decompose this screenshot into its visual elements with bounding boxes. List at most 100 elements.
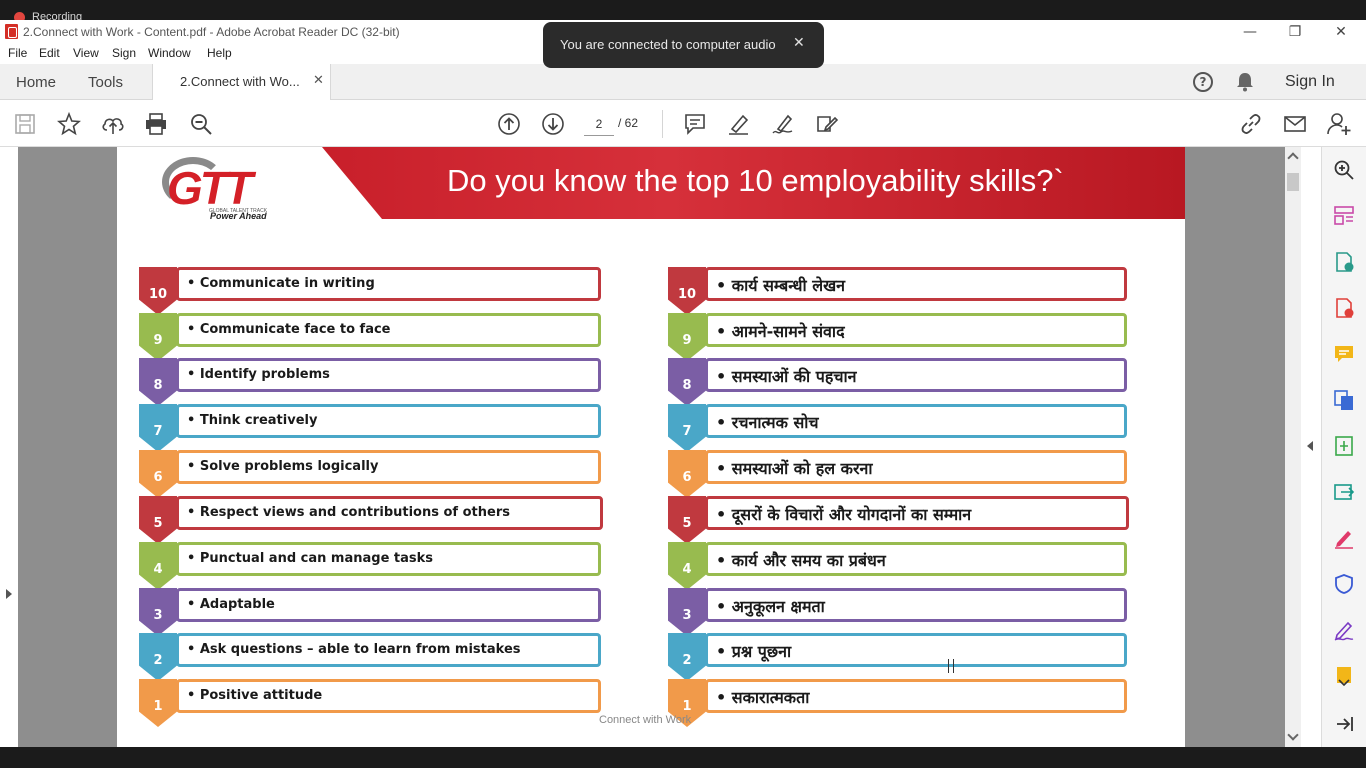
- expand-left-panel-icon[interactable]: [6, 589, 12, 599]
- previous-page-icon[interactable]: [496, 111, 522, 137]
- page-number-input[interactable]: 2: [584, 114, 614, 136]
- upload-cloud-icon[interactable]: [100, 111, 126, 137]
- highlight-pen-icon[interactable]: [726, 111, 752, 137]
- main-toolbar: 2 / 62: [0, 100, 1366, 147]
- skill-box: • दूसरों के विचारों और योगदानों का सम्मा…: [705, 496, 1129, 530]
- fill-and-sign-icon[interactable]: [1333, 527, 1355, 549]
- acrobat-app-icon: [5, 24, 18, 39]
- minimize-button[interactable]: —: [1227, 22, 1273, 44]
- menu-file[interactable]: File: [8, 46, 27, 60]
- skill-text: • Communicate face to face: [187, 322, 391, 337]
- skill-box: • कार्य सम्बन्धी लेखन: [705, 267, 1127, 301]
- skill-box: • रचनात्मक सोच: [705, 404, 1127, 438]
- rank-number: 5: [153, 516, 163, 531]
- right-panel-toggle[interactable]: [1301, 147, 1321, 747]
- scroll-up-icon[interactable]: [1287, 152, 1299, 164]
- skill-row: • कार्य सम्बन्धी लेखन 10: [668, 267, 1168, 315]
- left-panel-toggle[interactable]: [0, 147, 18, 747]
- collapse-right-panel-icon[interactable]: [1307, 441, 1313, 451]
- skill-box: • Ask questions – able to learn from mis…: [176, 633, 601, 667]
- comment-icon[interactable]: [682, 111, 708, 137]
- close-window-button[interactable]: ✕: [1318, 22, 1364, 44]
- menu-sign[interactable]: Sign: [112, 46, 136, 60]
- skill-row: • Communicate face to face 9: [139, 313, 639, 361]
- organize-pages-icon[interactable]: [1333, 205, 1355, 227]
- rank-badge: 7: [139, 404, 177, 452]
- skill-text: • रचनात्मक सोच: [716, 413, 819, 432]
- skill-row: • Punctual and can manage tasks 4: [139, 542, 639, 590]
- toast-close-icon[interactable]: ✕: [793, 35, 805, 51]
- rank-badge: 4: [668, 542, 706, 590]
- tab-tools[interactable]: Tools: [88, 74, 123, 91]
- print-icon[interactable]: [143, 111, 169, 137]
- draw-signature-icon[interactable]: [770, 111, 796, 137]
- rank-number: 2: [682, 653, 692, 668]
- skill-box: • Adaptable: [176, 588, 601, 622]
- skill-row: • Communicate in writing 10: [139, 267, 639, 315]
- comment-tool-icon[interactable]: [1333, 343, 1355, 365]
- skill-text: • आमने-सामने संवाद: [716, 322, 845, 341]
- tab-document[interactable]: 2.Connect with Wo... ✕: [152, 64, 331, 101]
- zoom-out-icon[interactable]: [188, 111, 214, 137]
- sign-in-button[interactable]: Sign In: [1285, 73, 1335, 91]
- menu-help[interactable]: Help: [207, 46, 232, 60]
- notification-bell-icon[interactable]: [1236, 72, 1254, 92]
- rank-badge: 1: [139, 679, 177, 727]
- skill-row: • समस्याओं की पहचान 8: [668, 358, 1168, 406]
- skill-box: • Respect views and contributions of oth…: [176, 496, 603, 530]
- rank-number: 3: [153, 608, 163, 623]
- skill-row: • अनुकूलन क्षमता 3: [668, 588, 1168, 636]
- send-for-review-icon[interactable]: [1333, 481, 1355, 503]
- zoom-in-icon[interactable]: [1333, 159, 1355, 181]
- protect-shield-icon[interactable]: [1333, 573, 1355, 595]
- scroll-down-icon[interactable]: [1287, 729, 1299, 741]
- email-icon[interactable]: [1282, 111, 1308, 137]
- skill-text: • Respect views and contributions of oth…: [187, 505, 510, 520]
- skill-text: • कार्य सम्बन्धी लेखन: [716, 276, 846, 295]
- close-tab-icon[interactable]: ✕: [313, 73, 324, 88]
- skill-text: • Punctual and can manage tasks: [187, 551, 434, 566]
- vertical-scrollbar[interactable]: [1285, 147, 1301, 747]
- collapse-panel-icon[interactable]: [1333, 713, 1355, 735]
- next-page-icon[interactable]: [540, 111, 566, 137]
- skill-row: • Adaptable 3: [139, 588, 639, 636]
- scroll-thumb[interactable]: [1287, 173, 1299, 191]
- menu-edit[interactable]: Edit: [39, 46, 60, 60]
- bookmark-star-icon[interactable]: [56, 111, 82, 137]
- request-signature-icon[interactable]: [1333, 619, 1355, 641]
- rank-number: 2: [153, 653, 163, 668]
- add-user-icon[interactable]: [1326, 111, 1352, 137]
- skill-box: • Think creatively: [176, 404, 601, 438]
- combine-files-icon[interactable]: [1333, 389, 1355, 411]
- rank-number: 10: [677, 287, 697, 302]
- skill-box: • समस्याओं को हल करना: [705, 450, 1127, 484]
- rank-number: 10: [148, 287, 168, 302]
- rank-badge: 3: [139, 588, 177, 636]
- skill-box: • Punctual and can manage tasks: [176, 542, 601, 576]
- fill-sign-icon[interactable]: [814, 111, 840, 137]
- create-pdf-icon[interactable]: [1333, 297, 1355, 319]
- more-tools-icon[interactable]: [1333, 665, 1355, 687]
- restore-button[interactable]: ❐: [1272, 22, 1318, 44]
- rank-number: 7: [153, 424, 163, 439]
- help-icon[interactable]: ?: [1193, 72, 1213, 92]
- skill-row: • समस्याओं को हल करना 6: [668, 450, 1168, 498]
- skill-text: • Identify problems: [187, 367, 330, 382]
- rank-badge: 5: [668, 496, 706, 544]
- compress-pdf-icon[interactable]: [1333, 435, 1355, 457]
- skill-box: • आमने-सामने संवाद: [705, 313, 1127, 347]
- tab-home[interactable]: Home: [16, 74, 56, 91]
- save-icon[interactable]: [12, 111, 38, 137]
- rank-number: 9: [682, 333, 692, 348]
- text-cursor-icon: [948, 659, 954, 673]
- rank-number: 8: [153, 378, 163, 393]
- toast-message: You are connected to computer audio: [560, 37, 776, 52]
- skill-text: • प्रश्न पूछना: [716, 642, 792, 661]
- slide-title: Do you know the top 10 employability ski…: [447, 163, 1064, 198]
- menu-view[interactable]: View: [73, 46, 99, 60]
- skill-row: • प्रश्न पूछना 2: [668, 633, 1168, 681]
- skill-row: • Identify problems 8: [139, 358, 639, 406]
- menu-window[interactable]: Window: [148, 46, 191, 60]
- export-pdf-icon[interactable]: [1333, 251, 1355, 273]
- share-link-icon[interactable]: [1238, 111, 1264, 137]
